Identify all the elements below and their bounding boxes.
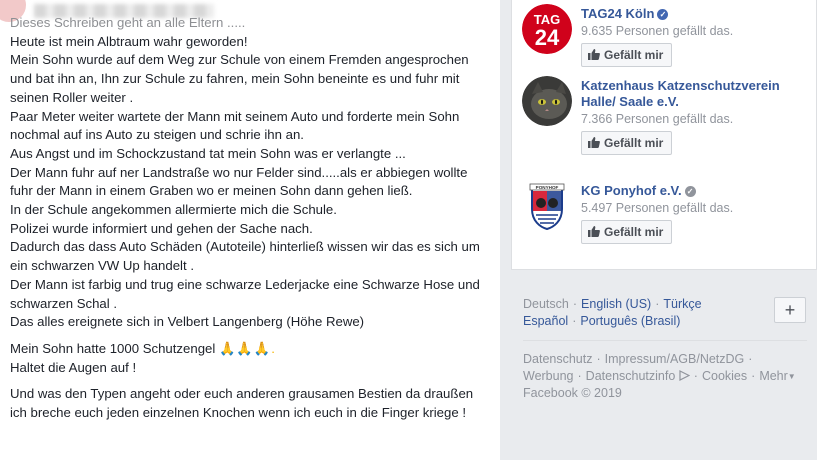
page-info: Katzenhaus Katzenschutzverein Halle/ Saa… [581, 78, 801, 155]
post-text: Dieses Schreiben geht an alle Eltern ...… [10, 14, 490, 423]
like-button-label: Gefällt mir [604, 136, 664, 150]
separator: · [572, 297, 578, 311]
separator: · [748, 352, 753, 366]
page-name-text[interactable]: TAG24 Köln [581, 6, 654, 21]
separator: · [655, 297, 660, 311]
separator: · [751, 369, 756, 383]
separator: · [693, 369, 698, 383]
post-line: In der Schule angekommen allermierte mic… [10, 202, 337, 218]
copyright: Facebook © 2019 [523, 386, 622, 400]
footer-link[interactable]: Cookies [702, 369, 747, 383]
cat-photo-avatar[interactable] [522, 76, 572, 126]
post-line: Dieses Schreiben geht an alle Eltern ...… [10, 15, 246, 30]
post-line: Heute ist mein Albtraum wahr geworden! [10, 33, 248, 49]
suggested-pages-panel: TAG 24 TAG24 Köln ✓ 9.635 Personen gefäll… [511, 0, 817, 270]
more-link[interactable]: Mehr [759, 369, 787, 383]
page-likes-count: 9.635 Personen gefällt das. [581, 24, 734, 38]
page-name-text[interactable]: KG Ponyhof e.V. [581, 183, 682, 198]
page-likes-count: 5.497 Personen gefällt das. [581, 201, 734, 215]
post-closing-3: Und was den Typen angeht oder euch ander… [10, 386, 474, 421]
language-link[interactable]: Español [523, 314, 568, 328]
footer: Deutsch · English (US) · Türkçe Español · Port… [511, 270, 817, 460]
like-button[interactable]: Gefällt mir [581, 220, 673, 244]
verified-badge-icon: ✓ [684, 186, 696, 197]
closing-text: Mein Sohn hatte 1000 Schutzengel [10, 340, 216, 356]
tag24-logo[interactable]: TAG 24 [522, 4, 572, 54]
like-button[interactable]: Gefällt mir [581, 131, 673, 155]
thumbs-up-icon [588, 226, 600, 237]
caret-down-icon[interactable]: ▼ [788, 372, 796, 381]
post-card: Dieses Schreiben geht an alle Eltern ...… [0, 0, 500, 460]
separator: · [596, 352, 601, 366]
post-closing-1: Mein Sohn hatte 1000 Schutzengel 🙏🙏🙏. [10, 340, 490, 359]
language-link[interactable]: Türkçe [663, 297, 701, 311]
praying-hands-emoji: 🙏🙏🙏. [218, 340, 276, 356]
language-selector: Deutsch · English (US) · Türkçe Español · Port… [523, 296, 763, 330]
separator: · [572, 314, 577, 328]
post-line: Dadurch das dass Auto Schäden (Autoteile… [10, 239, 480, 274]
language-link[interactable]: Deutsch [523, 297, 569, 311]
like-button-label: Gefällt mir [604, 48, 664, 62]
verified-badge-icon: ✓ [657, 9, 669, 20]
post-line: Der Mann fuhr auf ner Landstraße wo nur … [10, 164, 468, 199]
post-line: Aus Angst und im Schockzustand tat mein … [10, 145, 406, 161]
post-line: Paar Meter weiter wartete der Mann mit s… [10, 108, 460, 143]
post-line: Der Mann ist farbig und trug eine schwar… [10, 276, 480, 311]
thumbs-up-icon [588, 137, 600, 148]
ponyhof-crest-logo[interactable]: PONYHOF [522, 181, 572, 231]
like-button-label: Gefällt mir [604, 225, 664, 239]
language-link[interactable]: English (US) [581, 297, 651, 311]
footer-link[interactable]: Datenschutzinfo [586, 369, 676, 383]
page-info: KG Ponyhof e.V. ✓ 5.497 Personen gefällt … [581, 183, 801, 244]
ponyhof-crest-text: PONYHOF [536, 185, 559, 190]
tag24-logo-number: 24 [535, 25, 560, 50]
language-link[interactable]: Português (Brasil) [580, 314, 680, 328]
adchoices-icon[interactable] [679, 370, 691, 381]
page-likes-count: 7.366 Personen gefällt das. [581, 112, 734, 126]
post-line: Das alles ereignete sich in Velbert Lang… [10, 314, 365, 330]
page-info: TAG24 Köln ✓ 9.635 Personen gefällt das. … [581, 6, 801, 67]
page-name-link[interactable]: Katzenhaus Katzenschutzverein Halle/ Saa… [581, 78, 801, 110]
post-closing-2: Haltet die Augen auf ! [10, 359, 137, 375]
post-line: Mein Sohn wurde auf dem Weg zur Schule v… [10, 52, 469, 105]
thumbs-up-icon [588, 49, 600, 60]
page-name-link[interactable]: KG Ponyhof e.V. ✓ [581, 183, 801, 199]
like-button[interactable]: Gefällt mir [581, 43, 673, 67]
separator: · [577, 369, 582, 383]
more-languages-button[interactable]: + [774, 297, 806, 323]
post-line: Polizei wurde informiert und gehen der S… [10, 220, 313, 236]
page-name-link[interactable]: TAG24 Köln ✓ [581, 6, 801, 22]
footer-link[interactable]: Datenschutz [523, 352, 592, 366]
footer-link[interactable]: Werbung [523, 369, 574, 383]
footer-links: Datenschutz · Impressum/AGB/NetzDG · Werbun… [523, 351, 813, 402]
footer-link[interactable]: Impressum/AGB/NetzDG [605, 352, 745, 366]
footer-divider [523, 340, 807, 341]
